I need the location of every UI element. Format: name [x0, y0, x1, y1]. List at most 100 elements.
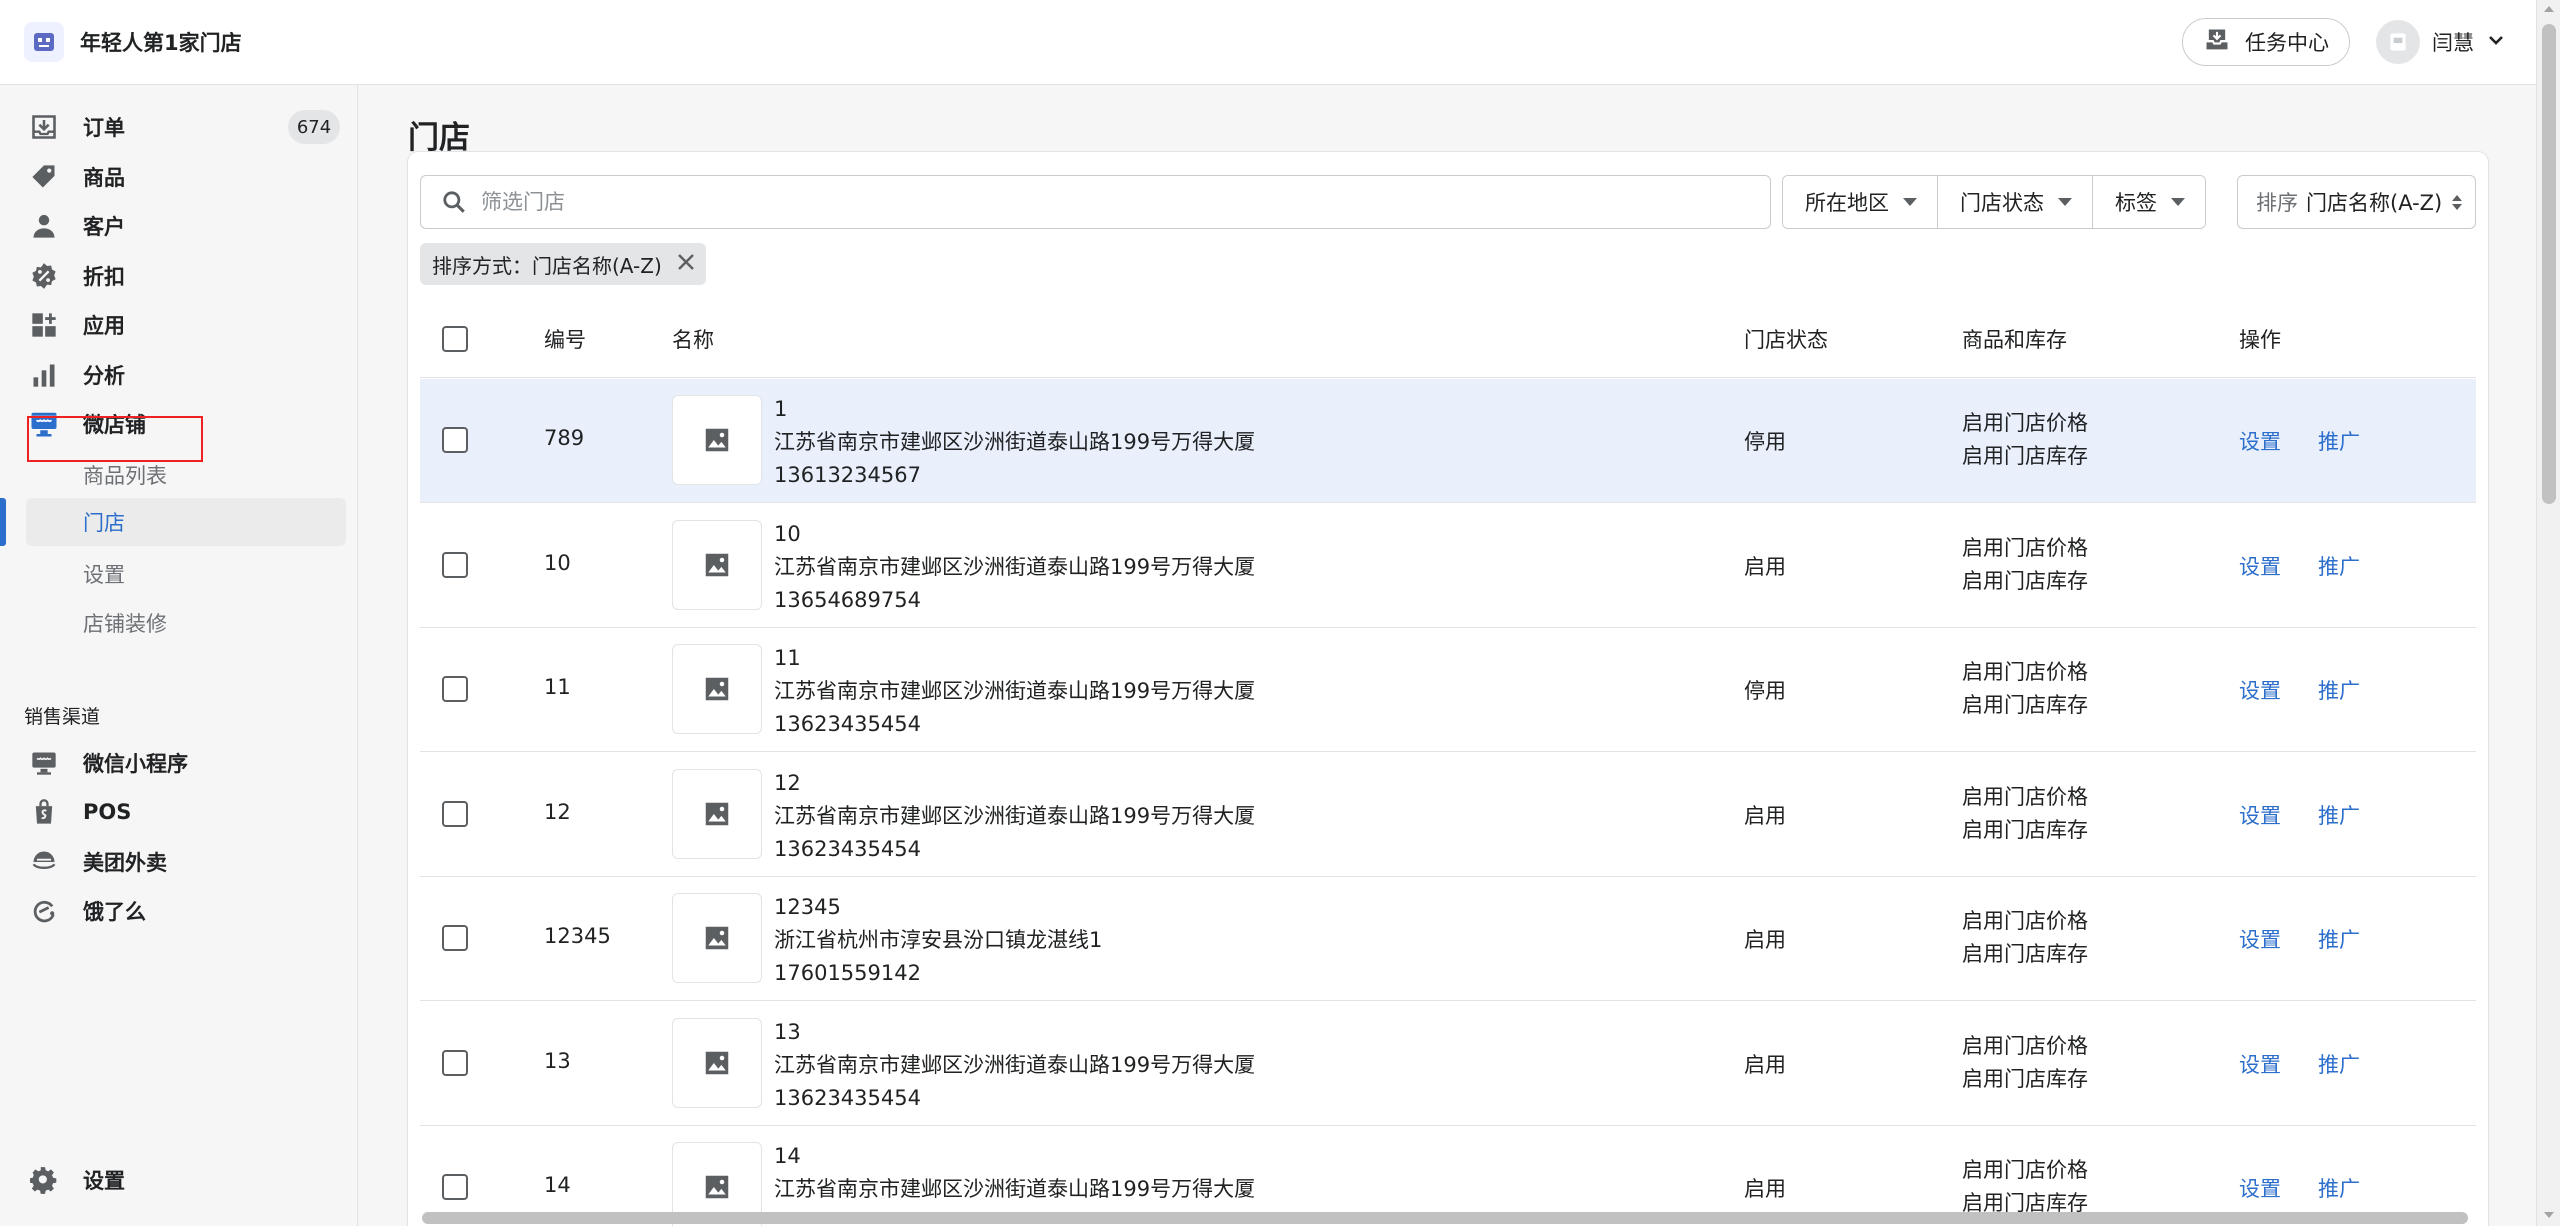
close-icon[interactable]	[676, 252, 696, 277]
table-row[interactable]: 11 11 江苏省南京市建邺区沙洲街道泰山路199号万得大厦 13623435454 停…	[420, 628, 2476, 752]
store-name-block[interactable]: 12 江苏省南京市建邺区沙洲街道泰山路199号万得大厦 13623435454	[774, 767, 1255, 866]
sidebar-subitem-store-decoration[interactable]: 店铺装修	[26, 599, 346, 647]
setup-link[interactable]: 设置	[2239, 800, 2281, 830]
image-placeholder-icon	[672, 1017, 762, 1108]
table-row[interactable]: 12 12 江苏省南京市建邺区沙洲街道泰山路199号万得大厦 13623435454 启…	[420, 752, 2476, 877]
store-name-block[interactable]: 13 江苏省南京市建邺区沙洲街道泰山路199号万得大厦 13623435454	[774, 1016, 1255, 1115]
scrollbar-thumb[interactable]	[2542, 24, 2556, 504]
store-phone: 17601559142	[774, 961, 921, 985]
sidebar-subitem-settings[interactable]: 设置	[26, 550, 346, 598]
promote-link[interactable]: 推广	[2318, 924, 2360, 954]
row-checkbox[interactable]	[442, 800, 468, 827]
promote-link[interactable]: 推广	[2318, 800, 2360, 830]
setup-link[interactable]: 设置	[2239, 924, 2281, 954]
setup-link[interactable]: 设置	[2239, 426, 2281, 456]
promote-link[interactable]: 推广	[2318, 551, 2360, 581]
table-row[interactable]: 10 10 江苏省南京市建邺区沙洲街道泰山路199号万得大厦 13654689754 启…	[420, 503, 2476, 628]
sidebar-item-discounts[interactable]: 折扣	[0, 254, 358, 298]
store-address: 江苏省南京市建邺区沙洲街道泰山路199号万得大厦	[774, 1177, 1256, 1201]
sidebar-item-label: 商品	[83, 166, 125, 190]
store-title: 11	[774, 646, 801, 670]
caret-down-icon	[2171, 198, 2185, 206]
promote-link[interactable]: 推广	[2318, 675, 2360, 705]
column-header-id[interactable]: 编号	[544, 324, 586, 354]
store-title: 12345	[774, 895, 841, 919]
image-placeholder-icon	[672, 768, 762, 859]
sidebar-item-label: 设置	[83, 1169, 125, 1193]
sidebar-subitem-stores[interactable]: 门店	[26, 498, 346, 546]
sidebar-item-label: POS	[83, 800, 132, 824]
sidebar-item-pos[interactable]: POS	[0, 790, 358, 834]
store-id: 12	[544, 799, 571, 824]
sidebar-item-wechat-miniprogram[interactable]: 微信小程序	[0, 741, 358, 785]
sidebar-item-customers[interactable]: 客户	[0, 204, 358, 248]
setup-link[interactable]: 设置	[2239, 1173, 2281, 1203]
store-status: 启用	[1744, 1177, 1786, 1201]
store-name-block[interactable]: 12345 浙江省杭州市淳安县汾口镇龙湛线1 17601559142	[774, 891, 1102, 990]
inventory-info: 启用门店价格 启用门店库存	[1962, 656, 2088, 722]
column-header-name[interactable]: 名称	[672, 324, 714, 354]
row-checkbox[interactable]	[442, 676, 468, 702]
sidebar-item-label: 客户	[83, 215, 125, 239]
store-name-block[interactable]: 11 江苏省南京市建邺区沙洲街道泰山路199号万得大厦 13623435454	[774, 642, 1255, 741]
user-menu[interactable]: 闫慧	[2376, 20, 2506, 64]
promote-link[interactable]: 推广	[2318, 1049, 2360, 1079]
filter-label: 所在地区	[1805, 191, 1889, 215]
setup-link[interactable]: 设置	[2239, 675, 2281, 705]
brand[interactable]: 年轻人第1家门店	[24, 22, 242, 62]
store-name-block[interactable]: 10 江苏省南京市建邺区沙洲街道泰山路199号万得大厦 13654689754	[774, 518, 1255, 617]
column-header-status[interactable]: 门店状态	[1744, 324, 1828, 354]
sidebar-item-eleme[interactable]: 饿了么	[0, 889, 358, 933]
store-name-block[interactable]: 1 江苏省南京市建邺区沙洲街道泰山路199号万得大厦 13613234567	[774, 393, 1255, 492]
select-all-checkbox[interactable]	[442, 326, 468, 352]
task-center-button[interactable]: 任务中心	[2182, 18, 2350, 66]
sort-select[interactable]: 排序 门店名称(A-Z)	[2237, 175, 2476, 229]
horizontal-scrollbar[interactable]	[422, 1212, 2468, 1224]
sidebar-item-products[interactable]: 商品	[0, 155, 358, 199]
search-input[interactable]	[481, 190, 1731, 214]
filter-tags-button[interactable]: 标签	[2093, 176, 2205, 228]
row-checkbox[interactable]	[442, 1174, 468, 1200]
filter-status-button[interactable]: 门店状态	[1938, 176, 2093, 228]
eleme-icon	[28, 895, 60, 927]
table-row[interactable]: 789 1 江苏省南京市建邺区沙洲街道泰山路199号万得大厦 13613234567 停…	[420, 379, 2476, 503]
scroll-down-arrow-icon[interactable]	[2544, 1212, 2554, 1218]
table-row[interactable]: 13 13 江苏省南京市建邺区沙洲街道泰山路199号万得大厦 13623435454 启…	[420, 1001, 2476, 1126]
sidebar-item-settings[interactable]: 设置	[0, 1158, 358, 1202]
store-status: 启用	[1744, 803, 1786, 828]
setup-link[interactable]: 设置	[2239, 551, 2281, 581]
row-checkbox[interactable]	[442, 925, 468, 951]
store-address: 江苏省南京市建邺区沙洲街道泰山路199号万得大厦	[774, 679, 1256, 703]
store-id: 789	[544, 426, 585, 450]
setup-link[interactable]: 设置	[2239, 1049, 2281, 1079]
scroll-up-arrow-icon[interactable]	[2544, 6, 2554, 12]
store-price-setting: 启用门店价格	[1962, 660, 2088, 684]
row-checkbox[interactable]	[442, 427, 468, 453]
store-name-block[interactable]: 14 江苏省南京市建邺区沙洲街道泰山路199号万得大厦	[774, 1140, 1255, 1206]
sidebar-item-apps[interactable]: 应用	[0, 303, 358, 347]
promote-link[interactable]: 推广	[2318, 426, 2360, 456]
store-stock-setting: 启用门店库存	[1962, 1066, 2088, 1091]
store-id: 13	[544, 1048, 571, 1073]
monitor-icon	[28, 747, 60, 779]
store-phone: 13623435454	[774, 712, 921, 736]
filter-region-button[interactable]: 所在地区	[1783, 176, 1938, 228]
vertical-scrollbar[interactable]	[2536, 0, 2560, 1226]
task-center-label: 任务中心	[2245, 31, 2329, 55]
store-stock-setting: 启用门店库存	[1962, 817, 2088, 842]
store-price-setting: 启用门店价格	[1962, 1158, 2088, 1182]
filter-group: 所在地区 门店状态 标签	[1782, 175, 2206, 229]
search-box[interactable]	[420, 175, 1771, 229]
inventory-info: 启用门店价格 启用门店库存	[1962, 781, 2088, 847]
store-price-setting: 启用门店价格	[1962, 909, 2088, 933]
sidebar-item-label: 折扣	[83, 265, 125, 289]
promote-link[interactable]: 推广	[2318, 1173, 2360, 1203]
sidebar-item-analytics[interactable]: 分析	[0, 353, 358, 397]
table-row[interactable]: 12345 12345 浙江省杭州市淳安县汾口镇龙湛线1 17601559142 启用启…	[420, 877, 2476, 1001]
tag-icon	[28, 161, 60, 193]
table-row[interactable]: 14 14 江苏省南京市建邺区沙洲街道泰山路199号万得大厦 启用 启用门店价格 启用门店…	[420, 1126, 2476, 1226]
sidebar-item-meituan[interactable]: 美团外卖	[0, 840, 358, 884]
row-checkbox[interactable]	[442, 551, 468, 578]
row-checkbox[interactable]	[442, 1049, 468, 1076]
sidebar-item-orders[interactable]: 订单 674	[0, 105, 358, 149]
